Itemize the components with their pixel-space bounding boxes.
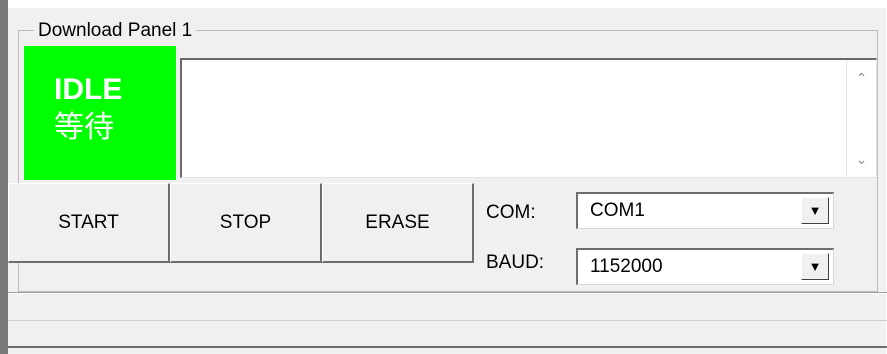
chevron-up-icon[interactable]: ⌃ — [847, 66, 876, 90]
stop-button[interactable]: STOP — [170, 183, 322, 263]
com-label: COM: — [486, 202, 536, 223]
window-top-strip — [8, 0, 887, 8]
start-button[interactable]: START — [8, 183, 170, 263]
baud-select-value: 1152000 — [590, 256, 663, 277]
separator-line — [8, 320, 887, 321]
erase-button[interactable]: ERASE — [322, 183, 474, 263]
log-textarea[interactable]: ⌃ ⌄ — [180, 58, 877, 178]
window-left-border — [0, 0, 8, 354]
log-scrollbar[interactable]: ⌃ ⌄ — [846, 60, 876, 177]
dropdown-arrow-icon[interactable]: ▼ — [801, 197, 829, 224]
baud-select[interactable]: 1152000 ▼ — [576, 248, 834, 285]
download-panel-title: Download Panel 1 — [34, 20, 197, 42]
com-select-value: COM1 — [590, 200, 645, 221]
dropdown-arrow-icon[interactable]: ▼ — [801, 253, 829, 280]
com-select[interactable]: COM1 ▼ — [576, 192, 834, 229]
separator-highlight — [8, 293, 887, 294]
window-bottom-border — [8, 346, 887, 348]
status-indicator: IDLE 等待 — [24, 46, 176, 180]
status-label-en: IDLE — [54, 73, 123, 106]
status-label-zh: 等待 — [54, 110, 114, 145]
baud-label: BAUD: — [486, 252, 545, 273]
chevron-down-icon[interactable]: ⌄ — [847, 147, 876, 171]
